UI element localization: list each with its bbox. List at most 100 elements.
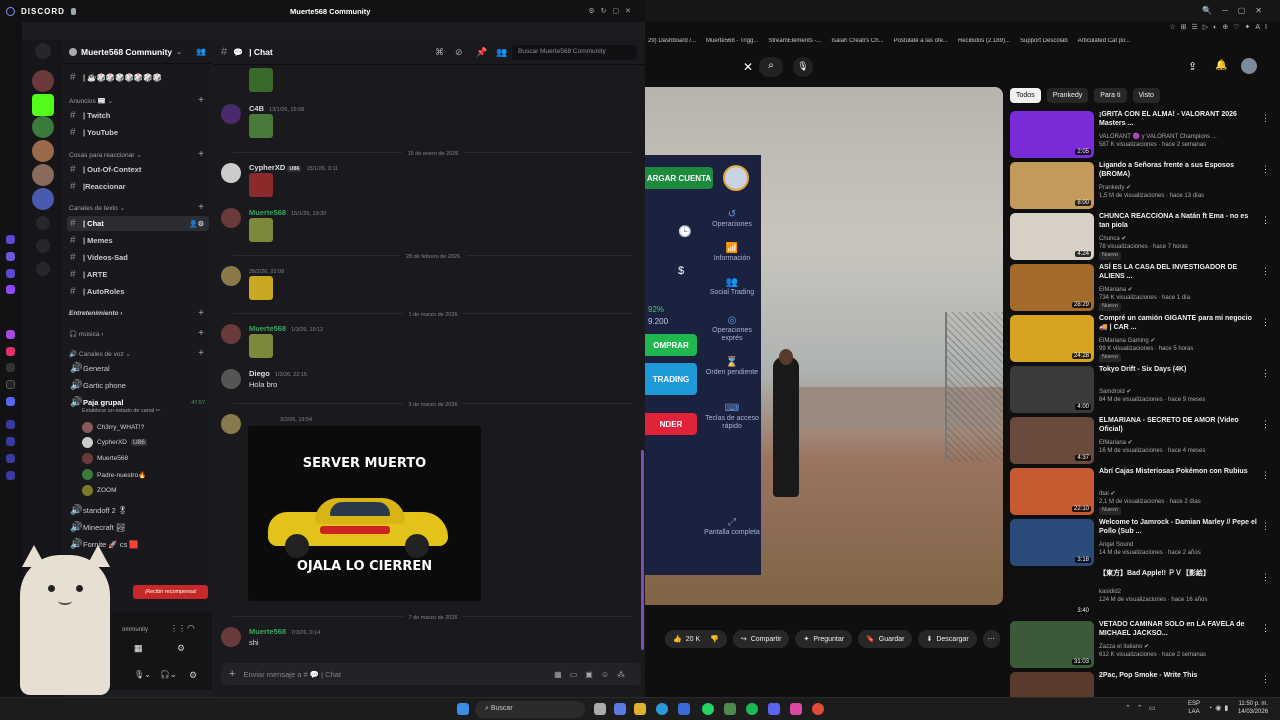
channel-item[interactable]: # | ☕🎲🎲🎲🎲🎲🎲🎲 xyxy=(67,70,209,85)
add-channel-icon[interactable]: + xyxy=(198,308,204,319)
server-header[interactable]: Muerte568 Community ⌄ 👥 xyxy=(62,40,212,64)
server-icon-active[interactable] xyxy=(32,188,54,210)
chip-visto[interactable]: Visto xyxy=(1132,88,1160,103)
edge-icon[interactable] xyxy=(656,703,668,715)
menu-informacion[interactable]: 📶 Información xyxy=(703,243,761,263)
user-settings-icon[interactable]: ⚙ xyxy=(189,670,197,681)
channel-item[interactable]: # | ARTE xyxy=(67,267,209,282)
download-button[interactable]: ⬇ Descargar xyxy=(918,630,977,648)
add-member-icon[interactable]: 👥 xyxy=(196,47,206,56)
avatar[interactable] xyxy=(221,324,241,344)
bookmark[interactable]: Isaiah Creati's Ch... xyxy=(831,38,883,51)
mail-icon[interactable] xyxy=(6,269,15,278)
composer-icons[interactable]: ▦▭▣☺⁂ xyxy=(554,670,633,679)
video-player[interactable]: ARGAR CUENTA 🕒 $ 92% 9.200 OMPRAR TRADIN… xyxy=(645,87,1003,605)
video-thumbnail[interactable]: 3:18 xyxy=(1010,519,1094,566)
channel-item[interactable]: # | YouTube xyxy=(67,125,209,140)
dollar-icon[interactable]: $ xyxy=(678,265,684,277)
x-icon[interactable] xyxy=(6,380,15,389)
add-channel-icon[interactable]: + xyxy=(198,95,204,106)
more-options-icon[interactable]: ⋮ xyxy=(1261,419,1270,430)
bookmark[interactable]: Muerte568 - Trigg... xyxy=(706,38,758,51)
recommended-video[interactable]: 31:03 VETADO CAMINAR SOLO en LA FAVELA de… xyxy=(1010,621,1272,669)
clock[interactable]: 11:50 p. m. 14/03/2026 xyxy=(1238,701,1268,717)
category-anuncios[interactable]: Anuncios 📰 ⌄ xyxy=(69,97,113,105)
channel-item[interactable]: # | Memes xyxy=(67,233,209,248)
whatsapp-icon[interactable] xyxy=(702,703,714,715)
soundboard-icon[interactable]: ⋮⋮ xyxy=(170,624,186,633)
recommended-video[interactable]: 3:40 【東方】Bad Apple!! ＰＶ【影絵】 kasidid2 124 M … xyxy=(1010,570,1272,618)
language-indicator[interactable]: ESP LAA xyxy=(1188,701,1200,717)
headphones-icon[interactable]: 🎧⌄ xyxy=(160,670,177,679)
video-channel[interactable]: Prankedy ✔ xyxy=(1099,184,1264,192)
video-thumbnail[interactable]: 24:28 xyxy=(1010,315,1094,362)
recommended-video[interactable]: 4:00 Tokyo Drift - Six Days (4K) Samdroid … xyxy=(1010,366,1272,414)
chip-todos[interactable]: Todos xyxy=(1010,88,1041,103)
avatar[interactable] xyxy=(221,369,241,389)
menu-teclas[interactable]: ⌨ Teclas de acceso rápido xyxy=(703,403,761,432)
video-channel[interactable]: ElMariana ✔ xyxy=(1099,439,1264,447)
voice-user[interactable]: Muerte568 xyxy=(82,453,128,464)
video-title[interactable]: Welcome to Jamrock - Damian Marley // Pe… xyxy=(1099,519,1259,537)
more-options-icon[interactable]: ⋮ xyxy=(1261,113,1270,124)
video-channel[interactable]: ElMariana Gaming ✔ xyxy=(1099,337,1264,345)
channel-item-selected[interactable]: # | Chat 👤⚙ xyxy=(67,216,209,231)
more-options-icon[interactable]: ⋮ xyxy=(1261,215,1270,226)
search-icon[interactable]: ⌕ xyxy=(759,57,783,77)
voice-user[interactable]: Ch3rry_WHAT!? xyxy=(82,422,144,433)
video-thumbnail[interactable]: 22:10 xyxy=(1010,468,1094,515)
copilot-icon[interactable] xyxy=(614,703,626,715)
video-channel[interactable]: Ibai ✔ xyxy=(1099,490,1264,498)
reward-button[interactable]: ¡Recibir recompensa! xyxy=(133,585,208,599)
chip-para-ti[interactable]: Para ti xyxy=(1094,88,1127,103)
category-texto[interactable]: Canales de texto ⌄ xyxy=(69,204,125,212)
settings-icon[interactable] xyxy=(6,471,15,480)
lock-icon[interactable] xyxy=(6,252,15,261)
video-title[interactable]: ¡GRITA CON EL ALMA! - VALORANT 2026 Mast… xyxy=(1099,111,1259,129)
video-title[interactable]: VETADO CAMINAR SOLO en LA FAVELA de MICH… xyxy=(1099,621,1259,639)
channel-item[interactable]: # |Reaccionar xyxy=(67,179,209,194)
voice-settings-icon[interactable]: ⚙ xyxy=(177,643,185,654)
titlebar-controls[interactable]: ⚙↻▢✕ xyxy=(588,7,637,15)
scrollbar[interactable] xyxy=(641,450,644,650)
window-controls[interactable]: 🔍─▢✕ xyxy=(1202,6,1272,15)
threads-icon[interactable]: ⌘ xyxy=(435,47,444,58)
add-server-icon[interactable] xyxy=(36,216,50,230)
clock-icon[interactable]: 🕒 xyxy=(678,225,692,238)
video-title[interactable]: Tokyo Drift - Six Days (4K) xyxy=(1099,366,1259,375)
bookmark[interactable]: Recibidos (2.189)... xyxy=(958,38,1010,51)
channel-item[interactable]: # | Twitch xyxy=(67,108,209,123)
channel-item[interactable]: # | Out-Of-Context xyxy=(67,162,209,177)
spotify-icon[interactable] xyxy=(746,703,758,715)
add-channel-icon[interactable]: + xyxy=(198,202,204,213)
notifications-icon[interactable]: 🔔 xyxy=(1215,60,1227,71)
tray-icons[interactable]: ⌃⌃▭ xyxy=(1125,704,1161,712)
like-button[interactable]: 👍 20 K 👎 xyxy=(665,630,727,648)
add-channel-icon[interactable]: + xyxy=(198,149,204,160)
chrome-icon[interactable] xyxy=(812,703,824,715)
video-thumbnail[interactable]: 4:37 xyxy=(1010,417,1094,464)
video-thumbnail[interactable]: 2:05 xyxy=(1010,111,1094,158)
more-options-icon[interactable]: ⋮ xyxy=(1261,623,1270,634)
share-button[interactable]: ↪ Compartir xyxy=(732,630,790,648)
message-input[interactable]: Enviar mensaje a # 💬 | Chat xyxy=(243,670,341,679)
twitch-icon[interactable] xyxy=(6,285,15,294)
close-search-icon[interactable]: ✕ xyxy=(743,60,753,74)
more-options-icon[interactable]: ⋮ xyxy=(1261,266,1270,277)
meme-image[interactable]: SERVER MUERTO OJALA LO CIERREN xyxy=(248,426,481,601)
discord-taskbar-icon[interactable] xyxy=(768,703,780,715)
more-button[interactable]: ⋯ xyxy=(982,630,1000,648)
video-title[interactable]: Compré un camión GIGANTE para mi negocio… xyxy=(1099,315,1259,333)
video-thumbnail[interactable]: 4:00 xyxy=(1010,366,1094,413)
server-icon[interactable] xyxy=(32,164,54,186)
history-icon[interactable] xyxy=(6,437,15,446)
more-options-icon[interactable]: ⋮ xyxy=(1261,572,1270,583)
more-options-icon[interactable]: ⋮ xyxy=(1261,164,1270,175)
video-channel[interactable]: ElMariana ✔ xyxy=(1099,286,1264,294)
more-options-icon[interactable]: ⋮ xyxy=(1261,368,1270,379)
video-channel[interactable]: Angel Sound xyxy=(1099,541,1264,549)
menu-pantalla-completa[interactable]: ⤢ Pantalla completa xyxy=(703,517,761,537)
app-icon[interactable] xyxy=(724,703,736,715)
video-title[interactable]: Abrí Cajas Misteriosas Pokémon con Rubiu… xyxy=(1099,468,1259,477)
vender-button[interactable]: NDER xyxy=(645,413,697,435)
